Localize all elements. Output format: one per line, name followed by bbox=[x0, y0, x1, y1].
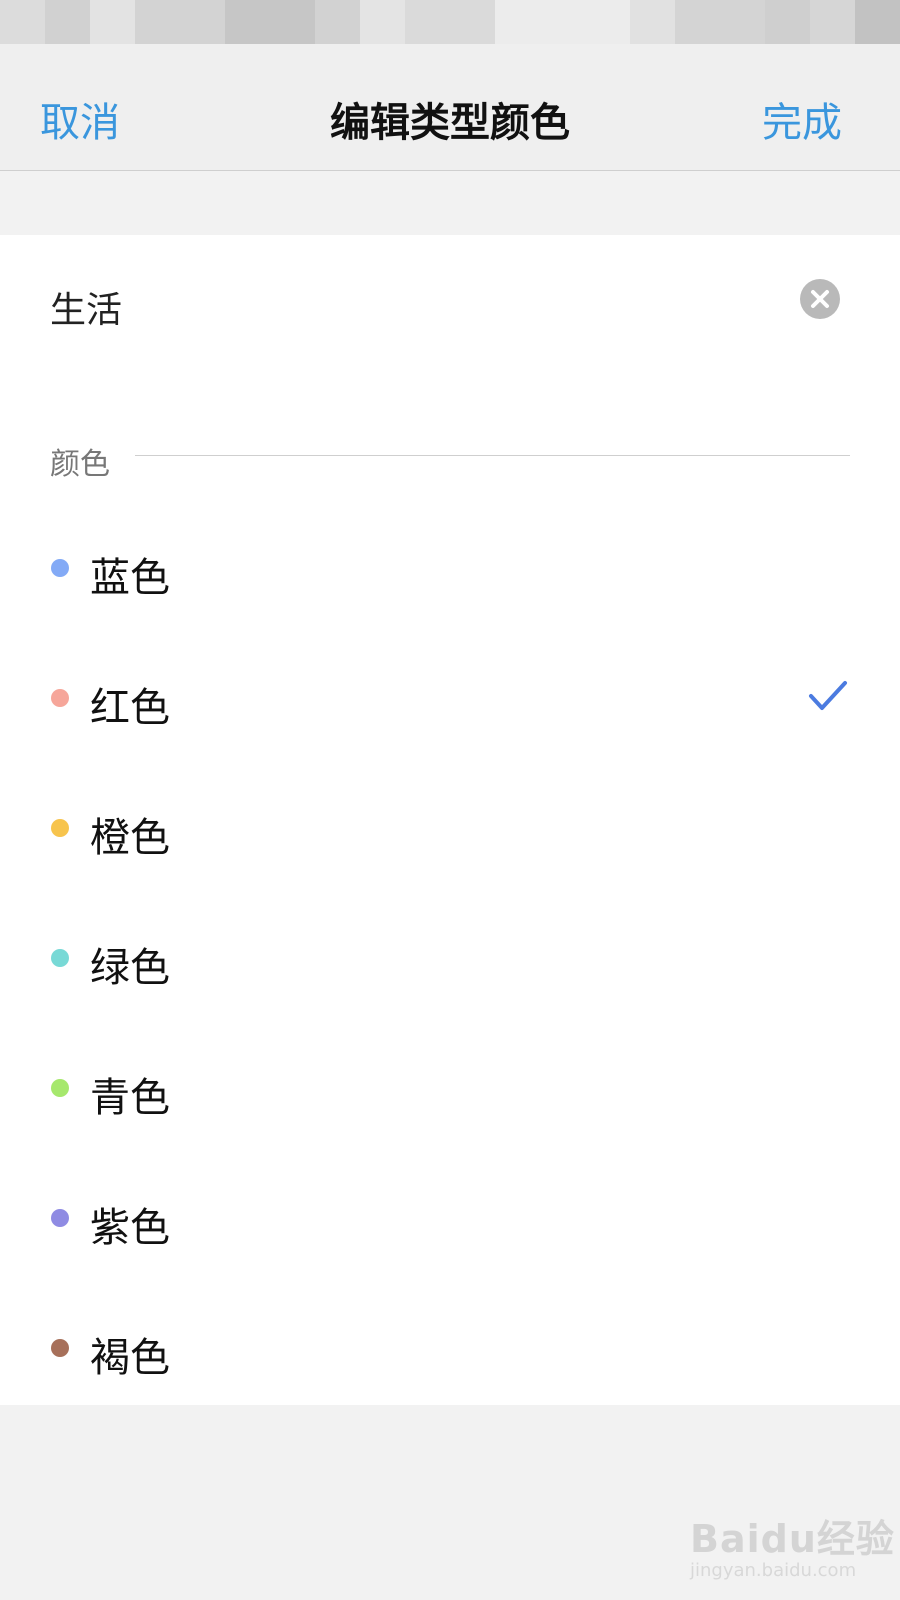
color-option-blue[interactable]: 蓝色 bbox=[0, 515, 900, 645]
color-option-cyan[interactable]: 青色 bbox=[0, 1035, 900, 1165]
edit-panel: 颜色 蓝色 红色 橙色 绿色 青色 紫色 褐色 bbox=[0, 235, 900, 1405]
baidu-watermark-logo: Baidu经验 bbox=[690, 1517, 895, 1561]
color-dot-icon bbox=[51, 949, 69, 967]
navigation-bar: 取消 编辑类型颜色 完成 bbox=[0, 44, 900, 171]
checkmark-icon bbox=[809, 681, 847, 710]
color-section-label: 颜色 bbox=[50, 447, 110, 482]
type-name-input[interactable] bbox=[50, 277, 770, 337]
section-divider bbox=[135, 455, 850, 456]
color-option-purple[interactable]: 紫色 bbox=[0, 1165, 900, 1295]
color-option-label: 绿色 bbox=[90, 945, 170, 991]
clear-x-glyph bbox=[811, 290, 829, 308]
status-bar bbox=[0, 0, 900, 44]
color-dot-icon bbox=[51, 1209, 69, 1227]
color-dot-icon bbox=[51, 689, 69, 707]
section-spacer bbox=[0, 171, 900, 235]
clear-icon[interactable] bbox=[800, 279, 840, 319]
color-dot-icon bbox=[51, 819, 69, 837]
color-option-label: 红色 bbox=[90, 685, 170, 731]
color-option-label: 褐色 bbox=[90, 1335, 170, 1381]
color-option-label: 蓝色 bbox=[90, 555, 170, 601]
color-dot-icon bbox=[51, 559, 69, 577]
color-option-red[interactable]: 红色 bbox=[0, 645, 900, 775]
color-dot-icon bbox=[51, 1079, 69, 1097]
baidu-watermark-url: jingyan.baidu.com bbox=[690, 1560, 857, 1581]
color-dot-icon bbox=[51, 1339, 69, 1357]
done-button[interactable]: 完成 bbox=[762, 90, 842, 148]
color-option-orange[interactable]: 橙色 bbox=[0, 775, 900, 905]
color-option-green[interactable]: 绿色 bbox=[0, 905, 900, 1035]
color-option-label: 青色 bbox=[90, 1075, 170, 1121]
color-list: 蓝色 红色 橙色 绿色 青色 紫色 褐色 bbox=[0, 515, 900, 1425]
color-option-label: 紫色 bbox=[90, 1205, 170, 1251]
color-option-label: 橙色 bbox=[90, 815, 170, 861]
